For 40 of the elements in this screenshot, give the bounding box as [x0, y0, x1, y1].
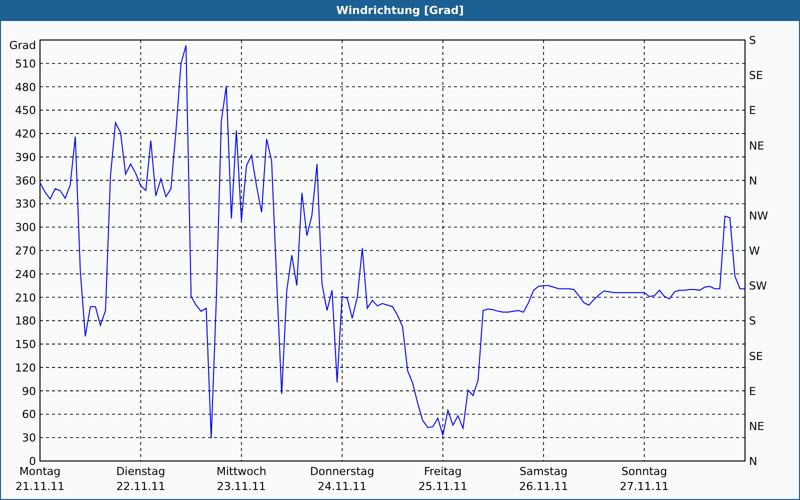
- y-tick-label: 60: [22, 408, 36, 422]
- x-tick-label: Mittwoch 23.11.11: [216, 465, 266, 493]
- y-tick-label: 510: [15, 57, 36, 70]
- compass-label: S: [749, 34, 756, 47]
- y-tick-label: 480: [15, 80, 36, 94]
- y-tick-label: 120: [15, 361, 36, 374]
- compass-label: SW: [749, 280, 767, 293]
- compass-label: S: [749, 314, 756, 328]
- y-tick-label: 360: [15, 174, 36, 188]
- y-tick-label: 270: [15, 244, 36, 258]
- compass-label: W: [749, 244, 760, 258]
- x-tick-label: Dienstag 22.11.11: [116, 465, 166, 493]
- y-tick-label: 300: [15, 221, 36, 234]
- y-tick-label: 0: [29, 455, 36, 468]
- x-tick-label: Sonntag 27.11.11: [620, 465, 669, 493]
- x-tick-label: Montag 21.11.11: [16, 465, 64, 493]
- compass-label: NE: [749, 139, 764, 152]
- y-tick-label: 150: [15, 338, 36, 352]
- y-tick-label: 180: [15, 314, 36, 328]
- compass-label: NE: [749, 420, 764, 433]
- y-tick-label: 450: [15, 104, 36, 118]
- y-axis-label: Grad: [9, 39, 36, 52]
- compass-label: N: [749, 455, 758, 468]
- y-tick-label: 90: [22, 384, 36, 398]
- x-tick-label: Samstag 26.11.11: [519, 465, 568, 493]
- x-tick-label: Donnerstag 24.11.11: [310, 465, 374, 493]
- compass-label: SE: [749, 69, 763, 82]
- y-tick-label: 420: [15, 128, 36, 141]
- y-tick-label: 390: [15, 150, 36, 164]
- window-title: Windrichtung [Grad]: [1, 1, 799, 21]
- compass-label: E: [749, 104, 756, 118]
- compass-label: E: [749, 384, 756, 398]
- compass-label: NW: [749, 209, 768, 222]
- y-tick-label: 240: [15, 268, 36, 281]
- compass-label: N: [749, 174, 758, 188]
- x-tick-label: Freitag 25.11.11: [418, 465, 468, 493]
- y-tick-label: 210: [15, 291, 36, 304]
- y-tick-label: 330: [15, 198, 36, 211]
- y-tick-label: 30: [22, 432, 36, 445]
- compass-label: SE: [749, 350, 763, 363]
